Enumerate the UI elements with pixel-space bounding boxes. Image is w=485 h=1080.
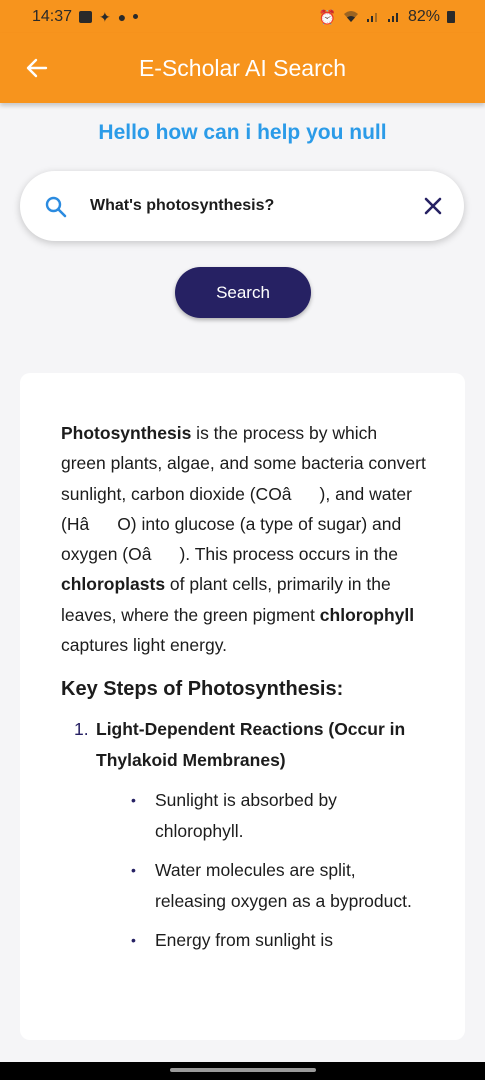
status-bar: 14:37 ✦ ● ⏰ 82% (0, 0, 485, 33)
bullet-item: • Sunlight is absorbed by chlorophyll. (131, 785, 426, 846)
bullet-item: • Water molecules are split, releasing o… (131, 855, 426, 916)
answer-intro: Photosynthesis is the process by which g… (61, 418, 426, 660)
step-title: Light-Dependent Reactions (Occur in Thyl… (96, 719, 406, 770)
answer-card: Photosynthesis is the process by which g… (20, 373, 465, 1040)
battery-percent: 82% (407, 7, 440, 25)
close-icon[interactable] (420, 193, 446, 219)
bullet-dot: • (131, 862, 136, 879)
answer-heading: Key Steps of Photosynthesis: (61, 678, 344, 701)
search-icon (45, 196, 67, 218)
battery-icon (447, 10, 455, 23)
step-item: 1. Light-Dependent Reactions (Occur in T… (61, 714, 426, 775)
bullet-text: Water molecules are split, releasing oxy… (155, 860, 412, 911)
bullet-text: Sunlight is absorbed by chlorophyll. (155, 790, 337, 841)
signal-icon (387, 13, 398, 22)
search-button[interactable]: Search (175, 267, 311, 318)
bullet-dot: • (131, 792, 136, 809)
step-bullets: • Sunlight is absorbed by chlorophyll. •… (131, 785, 426, 956)
search-input[interactable] (90, 194, 390, 218)
signal-icon (366, 13, 377, 22)
status-left: 14:37 ✦ ● (32, 7, 139, 26)
chat-icon: ● (117, 8, 127, 25)
greeting-text: Hello how can i help you null (98, 121, 387, 144)
step-number: 1. (74, 719, 89, 740)
arrow-left-icon (26, 58, 48, 78)
status-time: 14:37 (32, 7, 73, 25)
status-right: ⏰ 82% (319, 8, 455, 26)
intro-text-1: is the process by which green plants, al… (61, 423, 426, 565)
bullet-dot: • (131, 932, 136, 949)
home-gesture-pill[interactable] (170, 1068, 316, 1072)
system-nav-bar (0, 1062, 485, 1080)
search-box[interactable] (20, 171, 464, 241)
term-photosynthesis: Photosynthesis (61, 423, 192, 443)
alarm-icon: ⏰ (318, 8, 336, 25)
sparkle-icon: ✦ (99, 8, 111, 25)
gallery-icon (79, 10, 93, 23)
term-chlorophyll: chlorophyll (319, 604, 415, 625)
term-chloroplasts: chloroplasts (61, 574, 166, 595)
intro-text-3: captures light energy. (61, 635, 228, 656)
answer-content: Photosynthesis is the process by which g… (61, 418, 426, 965)
back-button[interactable] (22, 53, 52, 83)
app-title: E-Scholar AI Search (138, 55, 347, 81)
wifi-icon (343, 11, 358, 22)
bullet-text: Energy from sunlight is (155, 930, 333, 951)
dot-icon (133, 14, 139, 19)
app-bar: E-Scholar AI Search (0, 33, 485, 103)
bullet-item: • Energy from sunlight is (131, 925, 426, 956)
